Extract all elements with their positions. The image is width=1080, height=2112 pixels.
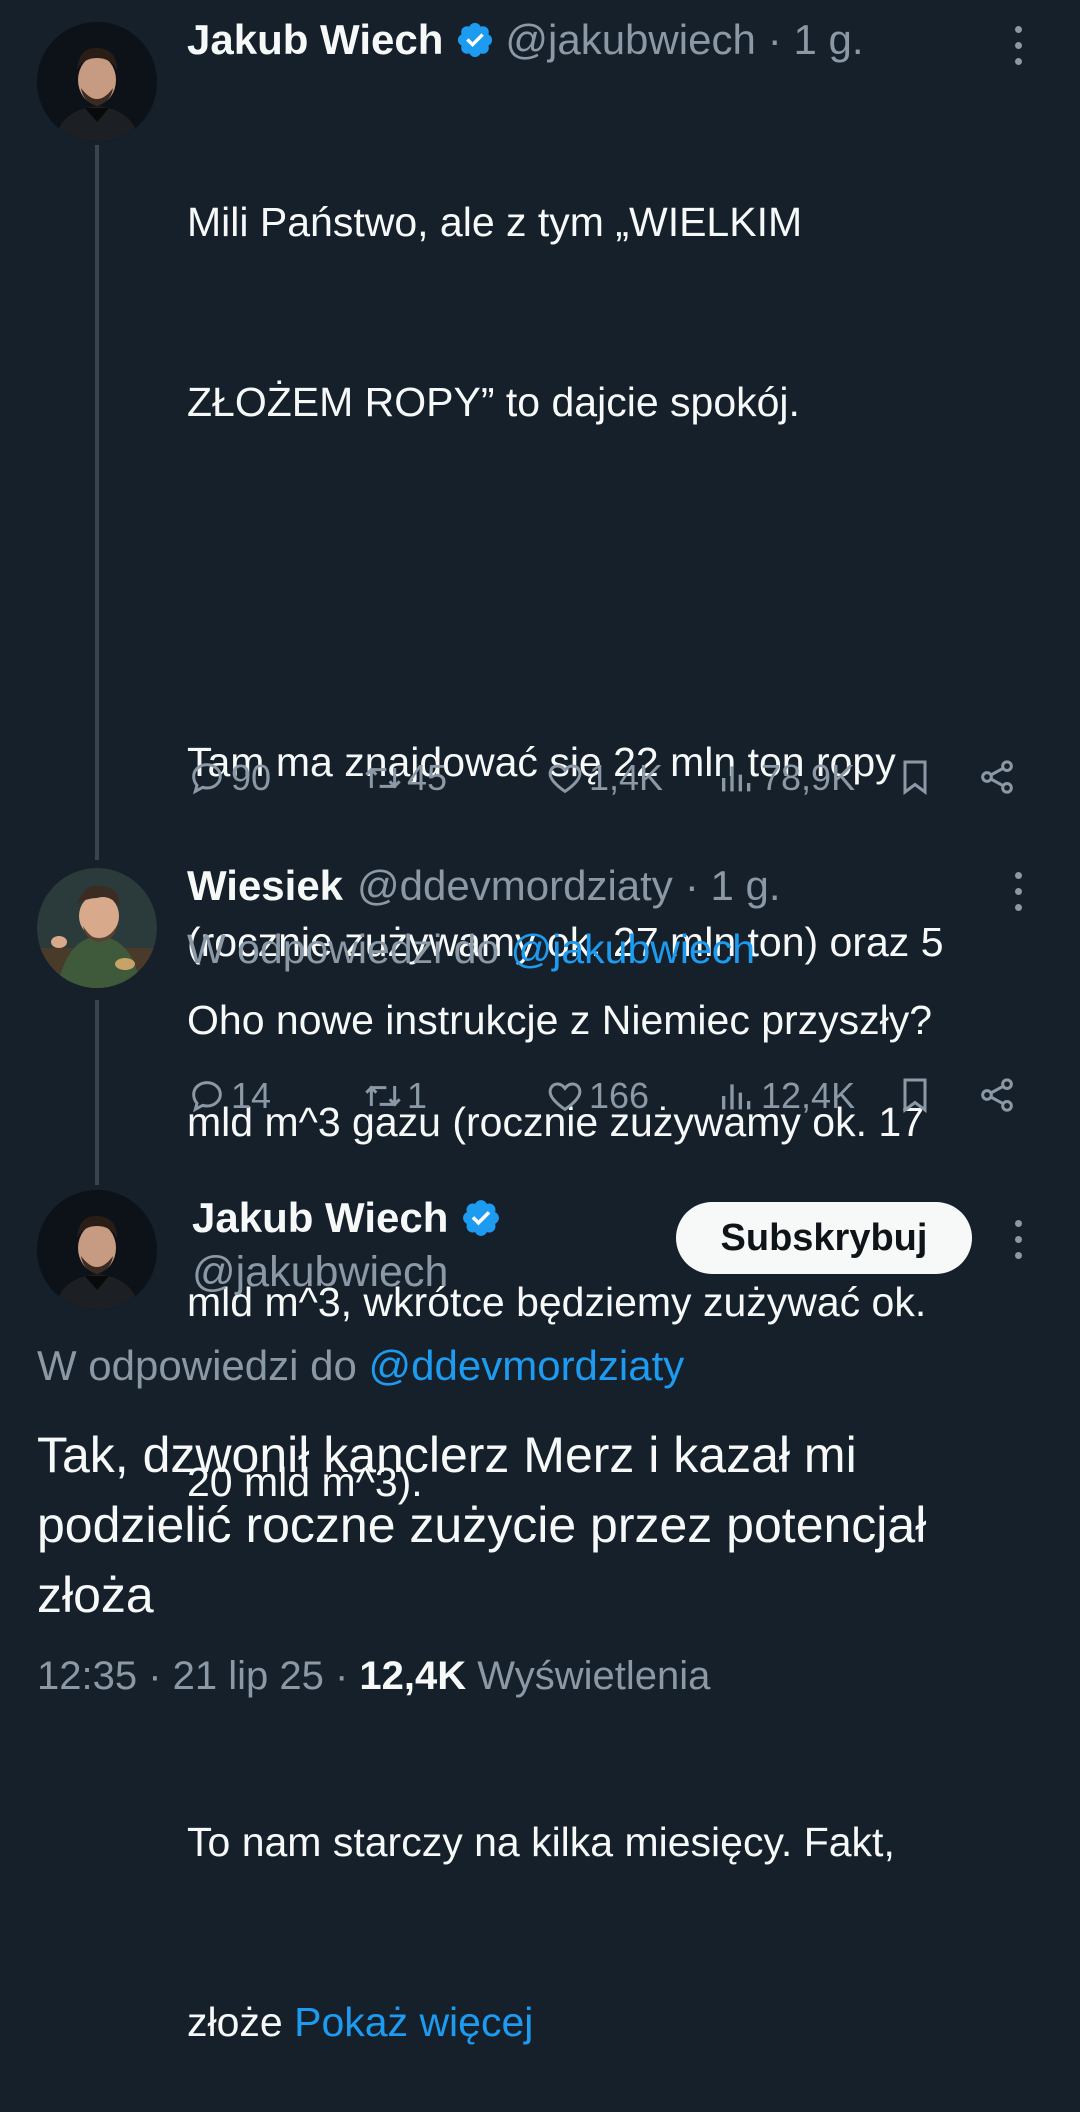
more-icon[interactable]	[1015, 1220, 1025, 1268]
views-button[interactable]: 78,9K	[717, 757, 855, 799]
author-handle[interactable]: @ddevmordziaty	[357, 862, 673, 910]
like-icon	[548, 1082, 582, 1112]
tweet-time[interactable]: · 1 g.	[768, 16, 864, 64]
views-label: Wyświetlenia	[466, 1654, 711, 1698]
show-more-link[interactable]: Pokaż więcej	[294, 1999, 533, 2045]
tweet-meta: 12:35 · 21 lip 25 · 12,4K Wyświetlenia	[37, 1654, 710, 1699]
text-line: Tak, dzwonił kanclerz Merz i kazał mi	[37, 1427, 857, 1483]
reply-prefix: W odpowiedzi do	[37, 1342, 369, 1389]
reply-icon	[192, 1081, 222, 1113]
text-line: podzielić roczne zużycie przez potencjał	[37, 1497, 927, 1553]
retweet-count: 1	[407, 1075, 428, 1116]
thread-line	[95, 145, 99, 860]
timestamp[interactable]: 12:35 · 21 lip 25 ·	[37, 1654, 359, 1698]
text-line: To nam starczy na kilka miesięcy. Fakt,	[187, 1819, 895, 1865]
like-icon	[548, 764, 582, 794]
like-button[interactable]: 166	[545, 1075, 649, 1117]
author-name[interactable]: Jakub Wiech	[187, 16, 443, 64]
thread-line	[95, 1000, 99, 1185]
bookmark-icon	[903, 1078, 927, 1113]
views-icon	[722, 1084, 751, 1110]
reply-button[interactable]: 90	[187, 757, 271, 799]
like-count: 1,4K	[589, 757, 664, 798]
avatar-jakub-wiech[interactable]	[37, 1190, 157, 1310]
bookmark-icon	[903, 760, 927, 795]
reply-count: 14	[231, 1075, 272, 1116]
text-line: Mili Państwo, ale z tym „WIELKIM	[187, 199, 803, 245]
retweet-button[interactable]: 1	[363, 1075, 427, 1117]
reply-button[interactable]: 14	[187, 1075, 271, 1117]
bookmark-button[interactable]	[895, 1075, 939, 1115]
reply-to-handle[interactable]: @jakubwiech	[511, 926, 755, 972]
reply-to-handle[interactable]: @ddevmordziaty	[369, 1342, 685, 1389]
share-button[interactable]	[977, 757, 1021, 797]
retweet-icon	[365, 1085, 401, 1107]
tweet-text: Tak, dzwonił kanclerz Merz i kazał mi po…	[37, 1420, 1057, 1630]
text-line: ZŁOŻEM ROPY” to dajcie spokój.	[187, 379, 800, 425]
subscribe-button[interactable]: Subskrybuj	[676, 1202, 972, 1274]
avatar-image	[37, 22, 157, 142]
retweet-icon	[365, 767, 401, 789]
avatar-wiesiek[interactable]	[37, 868, 157, 988]
like-count: 166	[589, 1075, 650, 1116]
tweet-actions: 14 1 166 12,4K	[187, 1075, 1027, 1125]
views-button[interactable]: 12,4K	[717, 1075, 855, 1117]
reply-prefix: W odpowiedzi do	[187, 926, 511, 972]
reply-context: W odpowiedzi do @jakubwiech	[187, 926, 755, 973]
author-name[interactable]: Wiesiek	[187, 862, 343, 910]
text-line: złoże Pokaż więcej	[187, 1992, 1067, 2052]
avatar-jakub-wiech[interactable]	[37, 22, 157, 142]
tweet-text: Oho nowe instrukcje z Niemiec przyszły?	[187, 997, 933, 1043]
reply-count: 90	[231, 757, 272, 798]
views-count: 78,9K	[761, 757, 856, 798]
views-count: 12,4K	[359, 1654, 467, 1698]
text-line: złoża	[37, 1567, 154, 1623]
text-fragment: złoże	[187, 1999, 295, 2045]
like-button[interactable]: 1,4K	[545, 757, 663, 799]
text-line	[187, 552, 1067, 612]
author-handle[interactable]: @jakubwiech	[192, 1248, 448, 1297]
more-icon[interactable]	[1015, 26, 1025, 74]
views-count: 12,4K	[761, 1075, 856, 1116]
retweet-count: 45	[407, 757, 448, 798]
reply-icon	[192, 763, 222, 795]
author-handle[interactable]: @jakubwiech	[505, 16, 755, 64]
avatar-image	[37, 868, 157, 988]
avatar-image	[37, 1190, 157, 1310]
bookmark-button[interactable]	[895, 757, 939, 797]
tweet-time[interactable]: · 1 g.	[685, 862, 781, 910]
views-icon	[722, 766, 751, 792]
share-button[interactable]	[977, 1075, 1021, 1115]
share-icon	[981, 760, 1013, 794]
more-icon[interactable]	[1015, 872, 1025, 920]
author-name[interactable]: Jakub Wiech	[192, 1194, 448, 1242]
retweet-button[interactable]: 45	[363, 757, 447, 799]
reply-context: W odpowiedzi do @ddevmordziaty	[37, 1342, 684, 1390]
tweet-actions: 90 45 1,4K 78,9K	[187, 757, 1027, 807]
share-icon	[981, 1078, 1013, 1112]
verified-badge-icon	[463, 1200, 500, 1236]
verified-badge-icon	[458, 22, 493, 58]
